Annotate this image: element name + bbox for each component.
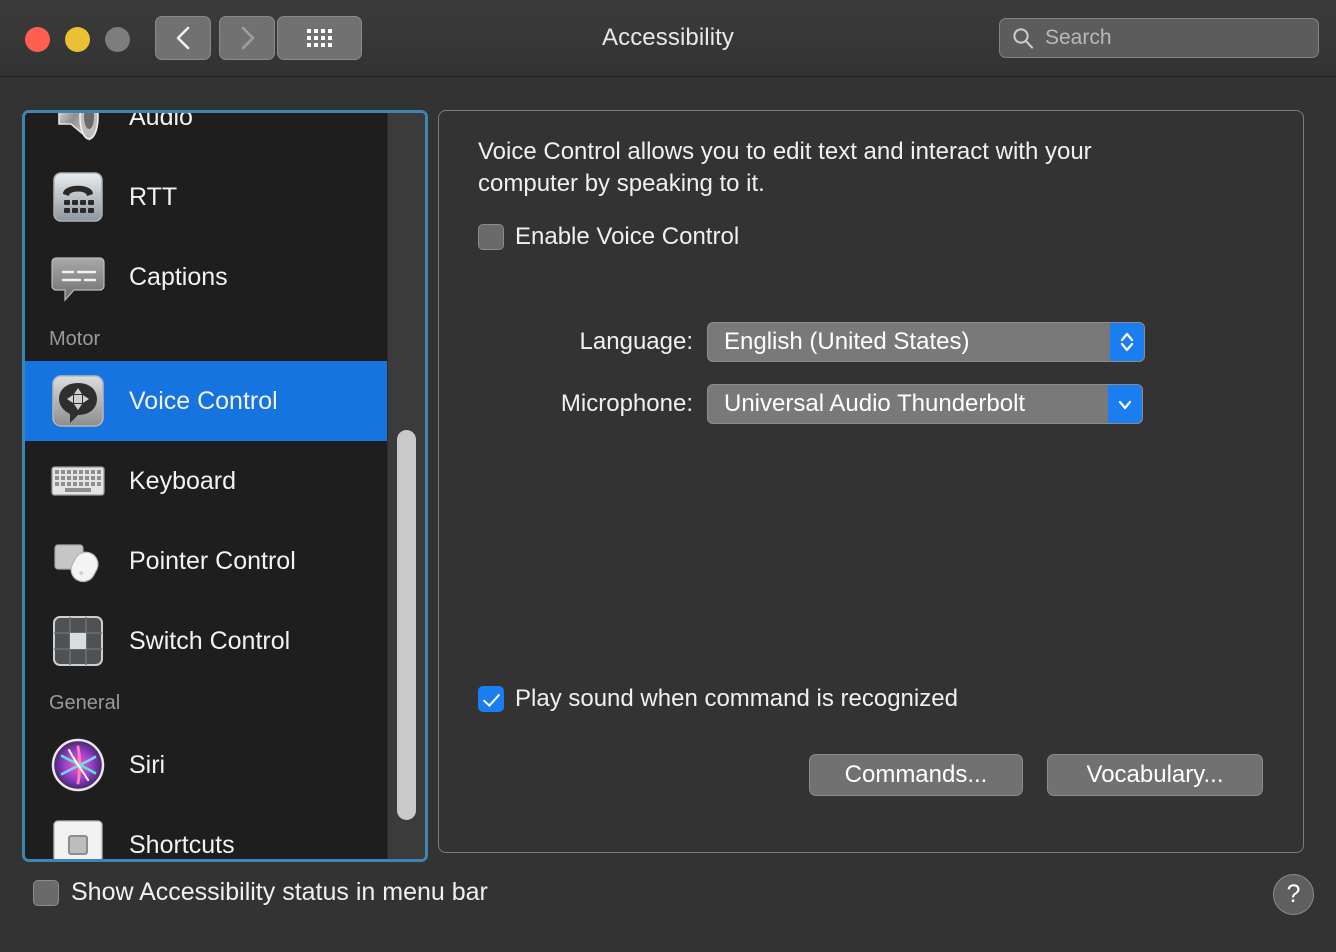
system-preferences-window: Accessibility Search (0, 0, 1336, 952)
sidebar-group-general: General (25, 681, 387, 725)
speaker-icon (49, 113, 107, 146)
help-button[interactable]: ? (1273, 874, 1314, 915)
chevron-down-icon (1108, 385, 1142, 423)
pointer-control-icon (49, 532, 107, 590)
microphone-popup-button[interactable]: Universal Audio Thunderbolt (707, 384, 1143, 424)
siri-icon (49, 736, 107, 794)
search-icon (1012, 27, 1034, 49)
language-popup-button[interactable]: English (United States) (707, 322, 1145, 362)
chevron-up-down-icon (1110, 323, 1144, 361)
sidebar-item-voice-control[interactable]: Voice Control (25, 361, 387, 441)
sidebar-scroll-area[interactable]: Audio (25, 113, 425, 859)
accessibility-feature-list[interactable]: Audio (22, 110, 428, 862)
sidebar-item-label: Siri (129, 751, 165, 780)
switch-control-icon (49, 612, 107, 670)
show-accessibility-status-checkbox[interactable] (33, 880, 59, 906)
sidebar-item-label: Pointer Control (129, 547, 296, 576)
search-placeholder: Search (1045, 26, 1112, 50)
sidebar-scrollbar-thumb[interactable] (397, 430, 416, 820)
sidebar-item-label: Shortcuts (129, 831, 235, 860)
sidebar-item-pointer-control[interactable]: Pointer Control (25, 521, 387, 601)
captions-icon (49, 248, 107, 306)
rtt-icon (49, 168, 107, 226)
sidebar-item-label: Switch Control (129, 627, 290, 656)
sidebar-group-motor: Motor (25, 317, 387, 361)
sidebar-item-keyboard[interactable]: Keyboard (25, 441, 387, 521)
language-label: Language: (439, 328, 707, 356)
panel-button-row: Commands... Vocabulary... (809, 754, 1263, 796)
sidebar-items: Audio (25, 113, 387, 859)
language-row: Language: English (United States) (439, 322, 1149, 362)
microphone-label: Microphone: (439, 390, 707, 418)
window-titlebar: Accessibility Search (0, 0, 1336, 77)
shortcuts-icon (49, 816, 107, 859)
window-bottom-bar: Show Accessibility status in menu bar ? (0, 862, 1336, 952)
language-selected-value: English (United States) (708, 328, 1110, 356)
voice-control-settings-panel: Voice Control allows you to edit text an… (438, 110, 1304, 853)
enable-voice-control-checkbox[interactable] (478, 224, 504, 250)
sidebar-item-label: RTT (129, 183, 177, 212)
sidebar-item-label: Audio (129, 113, 193, 132)
sidebar-item-switch-control[interactable]: Switch Control (25, 601, 387, 681)
play-sound-row[interactable]: Play sound when command is recognized (478, 685, 958, 713)
sidebar-item-label: Voice Control (129, 387, 278, 416)
sidebar-item-label: Keyboard (129, 467, 236, 496)
vocabulary-button[interactable]: Vocabulary... (1047, 754, 1263, 796)
enable-voice-control-label: Enable Voice Control (515, 223, 739, 251)
microphone-selected-value: Universal Audio Thunderbolt (708, 390, 1108, 418)
search-input[interactable]: Search (999, 18, 1319, 58)
sidebar-item-captions[interactable]: Captions (25, 237, 387, 317)
sidebar-item-shortcuts[interactable]: Shortcuts (25, 805, 387, 859)
sidebar-item-siri[interactable]: Siri (25, 725, 387, 805)
commands-button[interactable]: Commands... (809, 754, 1023, 796)
show-status-row[interactable]: Show Accessibility status in menu bar (33, 878, 488, 907)
show-accessibility-status-label: Show Accessibility status in menu bar (71, 878, 488, 907)
keyboard-icon (49, 452, 107, 510)
sidebar-item-audio[interactable]: Audio (25, 113, 387, 157)
window-content: Audio (0, 77, 1336, 952)
microphone-row: Microphone: Universal Audio Thunderbolt (439, 384, 1149, 424)
play-sound-label: Play sound when command is recognized (515, 685, 958, 713)
sidebar-scrollbar[interactable] (387, 113, 425, 859)
enable-voice-control-row[interactable]: Enable Voice Control (478, 223, 739, 251)
sidebar-item-label: Captions (129, 263, 228, 292)
play-sound-checkbox[interactable] (478, 686, 504, 712)
panel-description: Voice Control allows you to edit text an… (478, 136, 1188, 200)
sidebar-item-rtt[interactable]: RTT (25, 157, 387, 237)
voice-control-icon (49, 372, 107, 430)
